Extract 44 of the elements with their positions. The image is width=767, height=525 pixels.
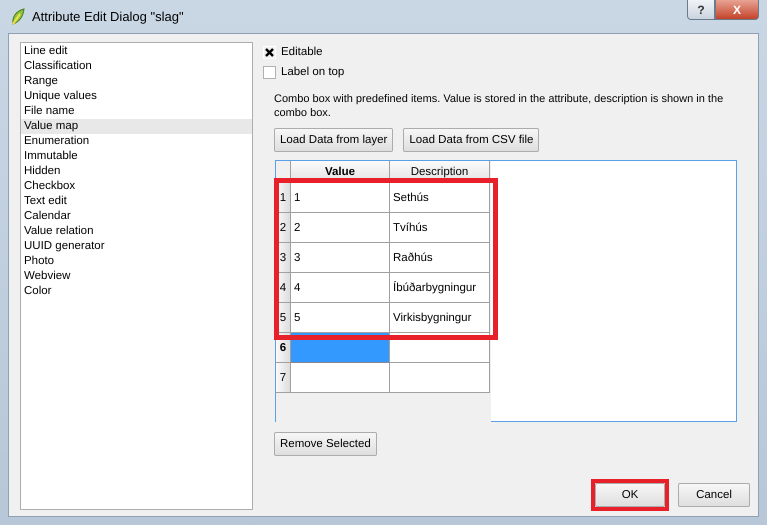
cancel-button[interactable]: Cancel bbox=[678, 483, 750, 507]
remove-selected-button[interactable]: Remove Selected bbox=[274, 432, 377, 456]
list-item[interactable]: Line edit bbox=[21, 44, 252, 59]
table-cell[interactable]: Sethús bbox=[390, 183, 490, 213]
table-cell[interactable]: 5 bbox=[291, 303, 390, 333]
description-text: Combo box with predefined items. Value is stored in the attribute, description is shown in the combo box. bbox=[274, 92, 724, 120]
window-title: Attribute Edit Dialog "slag" bbox=[32, 9, 184, 24]
table-cell[interactable] bbox=[291, 363, 390, 393]
list-item[interactable]: Photo bbox=[21, 254, 252, 269]
table-cell[interactable]: 3 bbox=[291, 243, 390, 273]
list-item[interactable]: Enumeration bbox=[21, 134, 252, 149]
list-item[interactable]: Calendar bbox=[21, 209, 252, 224]
leaf-icon bbox=[10, 8, 26, 26]
list-item[interactable]: Classification bbox=[21, 59, 252, 74]
table-cell[interactable]: Virkisbygningur bbox=[390, 303, 490, 333]
table-cell[interactable]: 1 bbox=[291, 183, 390, 213]
list-item[interactable]: Webview bbox=[21, 269, 252, 284]
checkbox-label: Label on top bbox=[281, 66, 344, 78]
list-item[interactable]: UUID generator bbox=[21, 239, 252, 254]
value-map-table[interactable]: Value Description 1 1 Sethús 2 2 Tvíhús 3 3 Raðhús 4 4 Íbúðarbygningur 5 5 Virkisbygningur 6 7 bbox=[275, 160, 737, 422]
checkbox[interactable] bbox=[263, 66, 276, 78]
table-cell[interactable]: Tvíhús bbox=[390, 213, 490, 243]
load-button[interactable]: Load Data from CSV file bbox=[403, 128, 540, 152]
table-cell[interactable]: 4 bbox=[291, 273, 390, 303]
table-cell[interactable]: 2 bbox=[291, 213, 390, 243]
load-button[interactable]: Load Data from layer bbox=[274, 128, 394, 152]
list-item[interactable]: Value relation bbox=[21, 224, 252, 239]
list-item[interactable]: Unique values bbox=[21, 89, 252, 104]
table-cell[interactable]: Raðhús bbox=[390, 243, 490, 273]
table-cell[interactable] bbox=[390, 363, 490, 393]
widget-type-list[interactable]: Line edit Classification Range Unique values File name Value map Enumeration Immutable Hidden Checkbox Text edit Calendar Value relation UUID generator Photo Webview Color bbox=[20, 42, 253, 510]
list-item[interactable]: Range bbox=[21, 74, 252, 89]
table-cell[interactable]: Íbúðarbygningur bbox=[390, 273, 490, 303]
list-item[interactable]: Immutable bbox=[21, 149, 252, 164]
row-header[interactable]: 7 bbox=[276, 363, 291, 393]
list-item[interactable]: Color bbox=[21, 284, 252, 299]
list-item[interactable]: Checkbox bbox=[21, 179, 252, 194]
help-button[interactable]: ? bbox=[687, 0, 715, 20]
ok-button[interactable]: OK bbox=[595, 483, 665, 507]
list-item[interactable]: Value map bbox=[21, 119, 252, 134]
list-item[interactable]: File name bbox=[21, 104, 252, 119]
list-item[interactable]: Hidden bbox=[21, 164, 252, 179]
list-item[interactable]: Text edit bbox=[21, 194, 252, 209]
checkbox-label: Editable bbox=[281, 46, 323, 58]
